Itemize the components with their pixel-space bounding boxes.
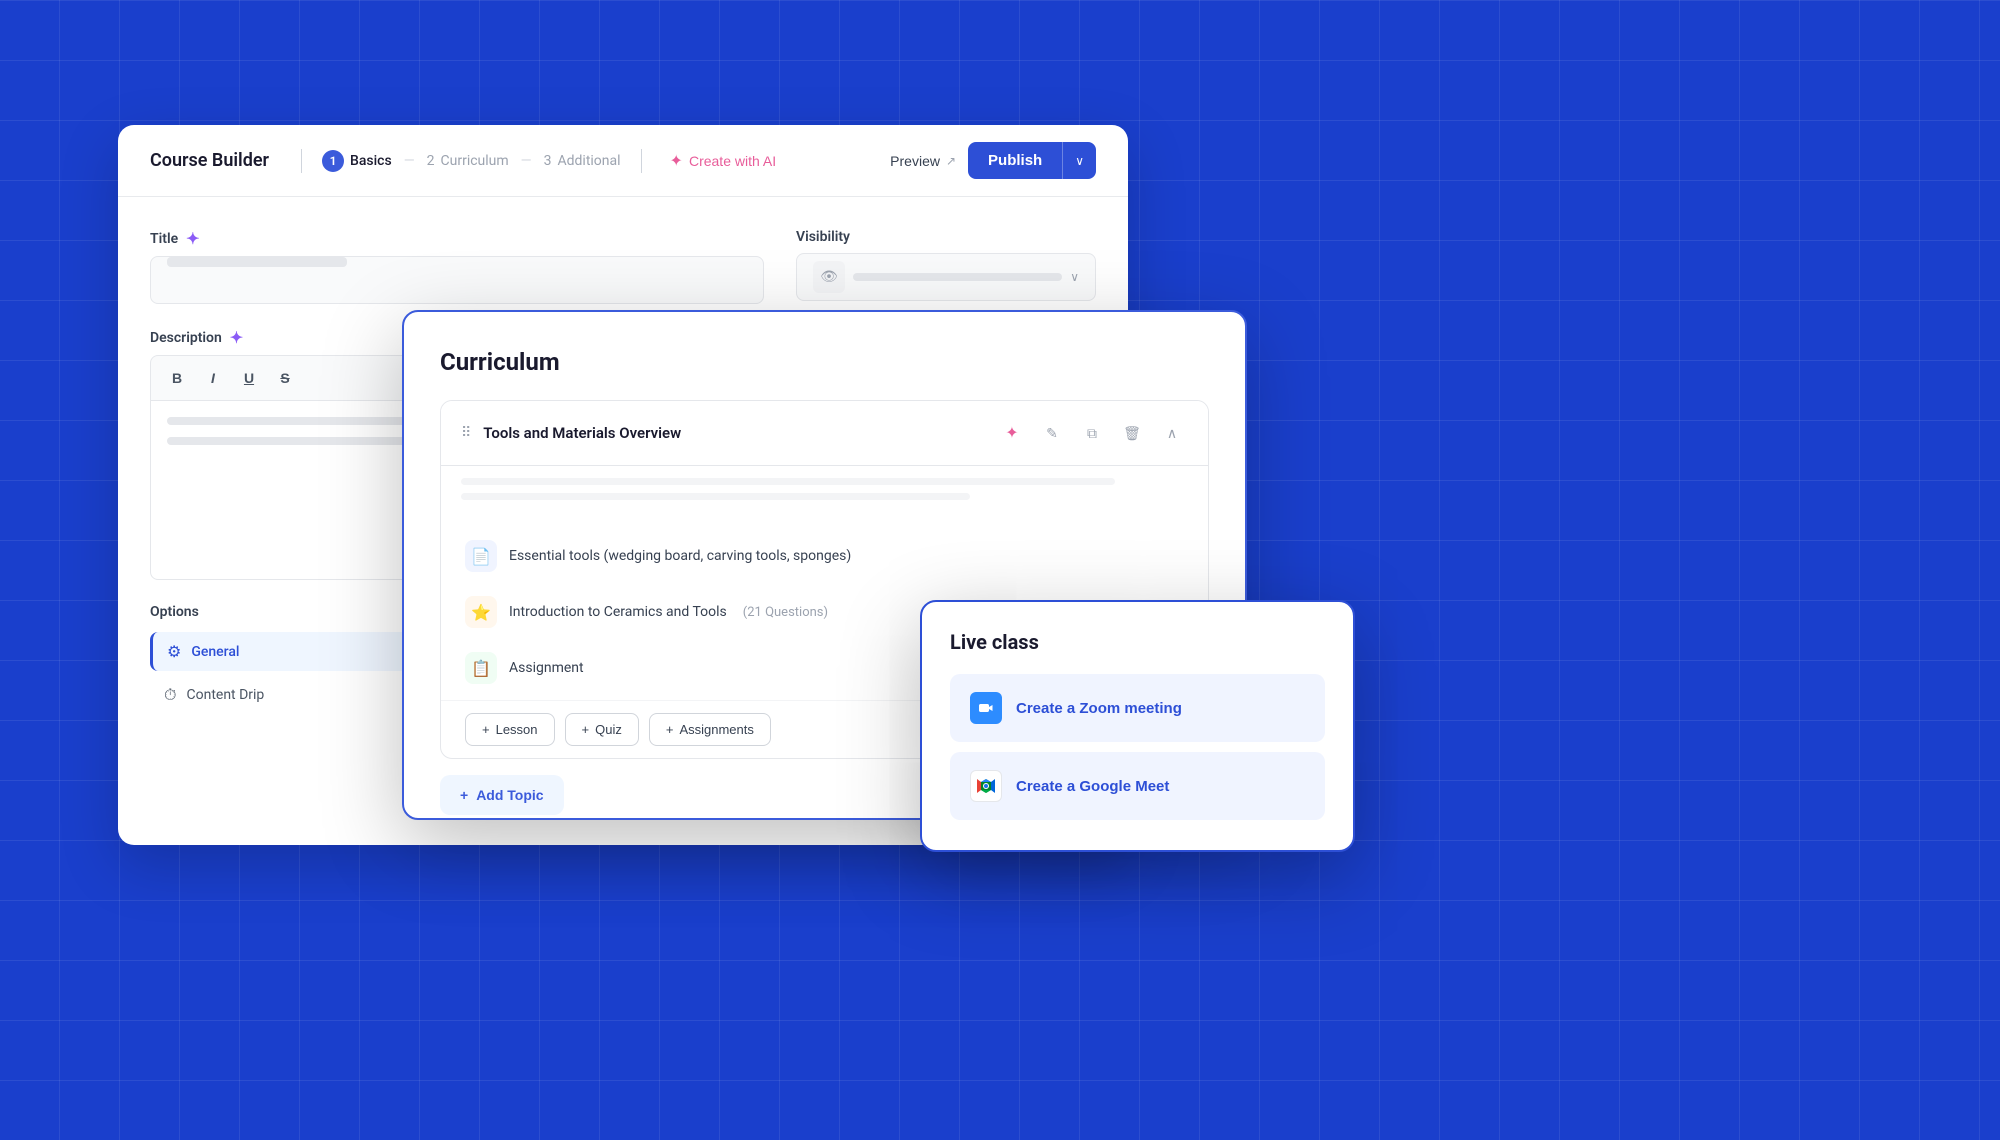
step-2-num-plain: 2 bbox=[427, 153, 435, 169]
visibility-label: Visibility bbox=[796, 229, 1096, 245]
ai-sparkle-icon: ✦ bbox=[1005, 423, 1018, 443]
lesson-2-badge: (21 Questions) bbox=[743, 605, 828, 620]
topic-name: Tools and Materials Overview bbox=[483, 424, 996, 442]
topic-edit-button[interactable]: ✎ bbox=[1036, 417, 1068, 449]
add-quiz-button[interactable]: + Quiz bbox=[565, 713, 639, 746]
add-quiz-label: Quiz bbox=[595, 722, 622, 737]
topic-actions: ✦ ✎ ⧉ 🗑 ∧ bbox=[996, 417, 1188, 449]
desc-line-2 bbox=[461, 493, 970, 500]
zoom-icon bbox=[970, 692, 1002, 724]
topic-collapse-button[interactable]: ∧ bbox=[1156, 417, 1188, 449]
option-general-label: General bbox=[191, 644, 239, 660]
topic-delete-button[interactable]: 🗑 bbox=[1116, 417, 1148, 449]
lesson-3-text: Assignment bbox=[509, 660, 584, 676]
preview-button[interactable]: Preview ↗ bbox=[890, 153, 956, 169]
live-class-card: Live class Create a Zoom meeting C bbox=[920, 600, 1355, 852]
topic-copy-button[interactable]: ⧉ bbox=[1076, 417, 1108, 449]
add-topic-label: Add Topic bbox=[476, 787, 543, 803]
chevron-down-icon: ∨ bbox=[1070, 270, 1079, 284]
plus-icon: + bbox=[582, 722, 590, 737]
live-class-title: Live class bbox=[950, 630, 1325, 654]
create-with-ai-button[interactable]: ✦ Create with AI bbox=[670, 151, 777, 171]
topic-header: ⠿ Tools and Materials Overview ✦ ✎ ⧉ 🗑 ∧ bbox=[441, 401, 1208, 466]
add-assignments-label: Assignments bbox=[679, 722, 753, 737]
copy-icon: ⧉ bbox=[1087, 425, 1097, 442]
title-sparkle-icon: ✦ bbox=[186, 229, 199, 248]
lesson-quiz-icon: ⭐ bbox=[465, 596, 497, 628]
add-lesson-label: Lesson bbox=[496, 722, 538, 737]
italic-button[interactable]: I bbox=[199, 364, 227, 392]
google-meet-icon bbox=[970, 770, 1002, 802]
lesson-file-icon: 📄 bbox=[465, 540, 497, 572]
topic-ai-button[interactable]: ✦ bbox=[996, 417, 1028, 449]
trash-icon: 🗑 bbox=[1123, 425, 1141, 442]
step-1[interactable]: 1 Basics bbox=[322, 150, 392, 172]
lesson-1-text: Essential tools (wedging board, carving … bbox=[509, 548, 851, 564]
step-3-label: Additional bbox=[557, 153, 620, 169]
curriculum-title: Curriculum bbox=[440, 348, 1209, 376]
add-topic-button[interactable]: + Add Topic bbox=[440, 775, 564, 815]
option-content-drip-label: Content Drip bbox=[186, 687, 264, 703]
header-divider-2 bbox=[641, 149, 642, 173]
description-label-text: Description bbox=[150, 330, 222, 346]
ai-sparkle-icon: ✦ bbox=[670, 151, 683, 171]
visibility-eye-icon: 👁 bbox=[813, 261, 845, 293]
topic-description-area bbox=[441, 466, 1208, 524]
gear-icon: ⚙ bbox=[167, 642, 181, 661]
step-1-label: Basics bbox=[350, 153, 392, 169]
visibility-text-placeholder bbox=[853, 273, 1062, 281]
lesson-assign-icon: 📋 bbox=[465, 652, 497, 684]
step-2-label: Curriculum bbox=[441, 153, 509, 169]
title-placeholder bbox=[167, 257, 347, 267]
title-label-text: Title bbox=[150, 231, 178, 247]
add-assignments-button[interactable]: + Assignments bbox=[649, 713, 771, 746]
breadcrumb-steps: 1 Basics — 2 Curriculum — 3 Additional ✦… bbox=[322, 149, 874, 173]
course-builder-header: Course Builder 1 Basics — 2 Curriculum —… bbox=[118, 125, 1128, 197]
visibility-select[interactable]: 👁 ∨ bbox=[796, 253, 1096, 301]
title-field-label: Title ✦ bbox=[150, 229, 764, 248]
underline-button[interactable]: U bbox=[235, 364, 263, 392]
strikethrough-button[interactable]: S bbox=[271, 364, 299, 392]
plus-icon: + bbox=[482, 722, 490, 737]
step-arrow-2: — bbox=[521, 153, 532, 169]
lesson-2-text: Introduction to Ceramics and Tools bbox=[509, 604, 727, 620]
header-divider bbox=[301, 149, 302, 173]
chevron-up-icon: ∧ bbox=[1167, 425, 1177, 442]
external-link-icon: ↗ bbox=[946, 154, 956, 168]
description-sparkle-icon: ✦ bbox=[230, 328, 243, 347]
publish-button[interactable]: Publish bbox=[968, 142, 1062, 179]
list-item: 📄 Essential tools (wedging board, carvin… bbox=[441, 528, 1208, 584]
desc-line-1 bbox=[461, 478, 1115, 485]
plus-icon: + bbox=[460, 787, 468, 803]
preview-label: Preview bbox=[890, 153, 940, 169]
step-3[interactable]: 3 Additional bbox=[544, 153, 621, 169]
step-3-num-plain: 3 bbox=[544, 153, 552, 169]
chevron-down-icon: ∨ bbox=[1075, 154, 1084, 168]
add-lesson-button[interactable]: + Lesson bbox=[465, 713, 555, 746]
bold-button[interactable]: B bbox=[163, 364, 191, 392]
header-actions: Preview ↗ Publish ∨ bbox=[890, 142, 1096, 179]
create-google-meet-button[interactable]: Create a Google Meet bbox=[950, 752, 1325, 820]
title-input[interactable] bbox=[150, 256, 764, 304]
create-google-meet-label: Create a Google Meet bbox=[1016, 778, 1169, 795]
publish-button-group: Publish ∨ bbox=[968, 142, 1096, 179]
publish-dropdown-button[interactable]: ∨ bbox=[1062, 142, 1096, 179]
drag-handle-icon[interactable]: ⠿ bbox=[461, 425, 471, 441]
create-zoom-label: Create a Zoom meeting bbox=[1016, 700, 1182, 717]
ai-button-label: Create with AI bbox=[689, 153, 776, 169]
clock-icon: ⏱ bbox=[164, 685, 176, 705]
create-zoom-meeting-button[interactable]: Create a Zoom meeting bbox=[950, 674, 1325, 742]
edit-icon: ✎ bbox=[1046, 425, 1058, 442]
step-2[interactable]: 2 Curriculum bbox=[427, 153, 509, 169]
plus-icon: + bbox=[666, 722, 674, 737]
app-title: Course Builder bbox=[150, 150, 269, 171]
step-1-num: 1 bbox=[322, 150, 344, 172]
step-arrow-1: — bbox=[404, 153, 415, 169]
